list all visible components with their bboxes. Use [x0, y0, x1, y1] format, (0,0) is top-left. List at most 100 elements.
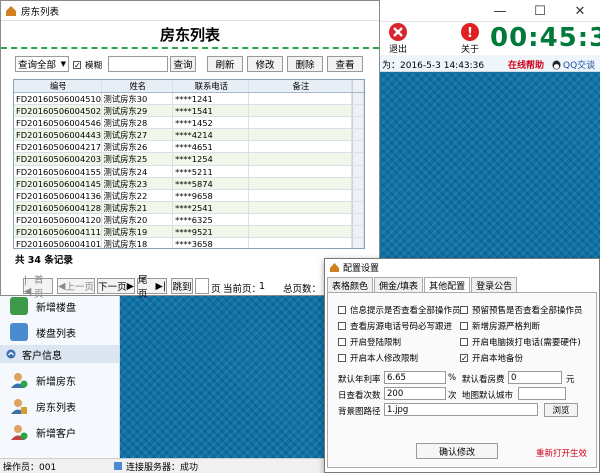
column-header-id[interactable]: 编号: [14, 80, 102, 92]
query-input[interactable]: [108, 56, 168, 72]
table-row[interactable]: FD20160506004217755测试房东26****4651: [14, 141, 364, 154]
config-window: 配置设置 表格颜色 佣金/填表 其他配置 登录公告 信息提示是否查看全部操作员预…: [324, 258, 600, 473]
tab-commission[interactable]: 佣金/填表: [374, 277, 424, 292]
daily-view-input[interactable]: 200: [384, 387, 446, 400]
jump-page-input[interactable]: [195, 278, 209, 294]
table-row[interactable]: FD20160506004101234测试房东18****3658: [14, 238, 364, 248]
scrollbar-track[interactable]: [352, 201, 364, 213]
scrollbar-top[interactable]: [352, 80, 364, 92]
cell-name: 测试房东19: [102, 226, 174, 238]
table-row[interactable]: FD20160506004546770测试房东28****1452: [14, 117, 364, 130]
query-select-value: 查询全部: [18, 60, 57, 71]
cell-note: [249, 213, 353, 226]
edit-button[interactable]: 修改: [247, 56, 283, 72]
tab-other-config[interactable]: 其他配置: [424, 277, 471, 293]
first-page-button[interactable]: |◀ 首页: [23, 275, 53, 300]
config-checkbox[interactable]: 新增房源严格判断: [460, 319, 540, 332]
confirm-button[interactable]: 确认修改: [416, 443, 498, 459]
config-checkbox[interactable]: 信息提示是否查看全部操作员: [338, 303, 461, 316]
cell-note: [249, 238, 353, 248]
browse-button[interactable]: 浏览: [544, 403, 578, 417]
online-help-link[interactable]: 在线帮助: [508, 58, 544, 71]
scrollbar-track[interactable]: [352, 226, 364, 238]
table-row[interactable]: FD20160506004510130测试房东30****1241: [14, 93, 364, 106]
table-row[interactable]: FD20160506004128677测试房东21****2541: [14, 201, 364, 214]
cell-note: [249, 177, 353, 189]
sidebar-item-label: 新增客户: [36, 428, 76, 440]
table-row[interactable]: FD20160506004443170测试房东27****4214: [14, 129, 364, 142]
table-row[interactable]: FD20160506004155286测试房东24****5211: [14, 165, 364, 178]
scrollbar-track[interactable]: [352, 165, 364, 177]
minimize-button[interactable]: —: [480, 0, 520, 22]
login-time: 为：2016-5-3 14:43:36: [382, 61, 485, 71]
sidebar-item-label: 房东列表: [36, 402, 76, 414]
sidebar-item-landlord-list[interactable]: 房东列表: [0, 393, 119, 419]
sidebar-section-customer[interactable]: 客户信息: [0, 345, 119, 363]
qq-chat-link[interactable]: QQ交谈: [552, 58, 595, 71]
column-header-name[interactable]: 姓名: [102, 80, 174, 92]
cell-name: 测试房东18: [102, 238, 174, 248]
close-button[interactable]: ✕: [560, 0, 600, 22]
cell-note: [249, 165, 353, 177]
table-row[interactable]: FD20160506004145802测试房东23****5874: [14, 177, 364, 190]
scrollbar-track[interactable]: [352, 93, 364, 105]
scrollbar-track[interactable]: [352, 117, 364, 129]
map-city-input[interactable]: [518, 387, 566, 400]
cell-note: [249, 141, 353, 153]
scrollbar-track[interactable]: [352, 189, 364, 201]
scrollbar-track[interactable]: [352, 238, 364, 248]
cell-name: 测试房东30: [102, 93, 174, 105]
scrollbar-track[interactable]: [352, 141, 364, 153]
view-button[interactable]: 查看: [327, 56, 363, 72]
table-row[interactable]: FD20160506004120458测试房东20****6325: [14, 213, 364, 227]
maximize-button[interactable]: ☐: [520, 0, 560, 22]
about-button[interactable]: ! 关于: [460, 22, 480, 55]
sidebar-item-new-landlord[interactable]: 新增房东: [0, 367, 119, 393]
last-page-button[interactable]: 尾页 ▶|: [137, 275, 167, 300]
tab-table-color[interactable]: 表格颜色: [327, 277, 374, 292]
fuzzy-checkbox[interactable]: ✓ 模糊: [73, 58, 102, 71]
building-add-icon: [10, 297, 28, 315]
delete-button[interactable]: 删除: [287, 56, 323, 72]
sidebar-item-new-building[interactable]: 新增楼盘: [0, 293, 119, 319]
table-row[interactable]: FD20160506004111786测试房东19****9521: [14, 226, 364, 239]
user-add-icon: [11, 373, 28, 388]
table-row[interactable]: FD20160506004136942测试房东22****9658: [14, 189, 364, 202]
config-checkbox[interactable]: ✓ 开启本地备份: [460, 351, 523, 364]
query-select[interactable]: 查询全部 ▼: [15, 56, 69, 72]
operator-status: 操作员：001: [3, 462, 57, 473]
landlord-table: 编号 姓名 联系电话 备注 FD20160506004510130测试房东30*…: [13, 79, 365, 249]
config-checkbox[interactable]: 查看房源电话号码必写跟进: [338, 319, 452, 332]
prev-page-button[interactable]: ◀ 上一页: [57, 278, 95, 294]
scrollbar-track[interactable]: [352, 177, 364, 189]
sidebar-item-new-customer[interactable]: 新增客户: [0, 419, 119, 445]
scrollbar-track[interactable]: [352, 129, 364, 141]
scrollbar-track[interactable]: [352, 213, 364, 226]
config-checkbox[interactable]: 开启登陆限制: [338, 335, 401, 348]
daily-view-unit: 次: [448, 391, 457, 401]
sidebar-item-building-list[interactable]: 楼盘列表: [0, 319, 119, 345]
table-row[interactable]: FD20160506004502802测试房东29****1541: [14, 105, 364, 118]
config-checkbox[interactable]: 预留预售是否查看全部操作员: [460, 303, 583, 316]
config-checkbox[interactable]: 开启本人修改限制: [338, 351, 418, 364]
view-fee-input[interactable]: 0: [508, 371, 562, 384]
config-window-title: 配置设置: [343, 263, 380, 274]
bg-path-input[interactable]: 1.jpg: [384, 403, 538, 416]
annual-rate-input[interactable]: 6.65: [384, 371, 446, 384]
column-header-phone[interactable]: 联系电话: [173, 80, 249, 92]
table-header: 编号 姓名 联系电话 备注: [14, 80, 364, 93]
column-header-note[interactable]: 备注: [249, 80, 353, 92]
query-button[interactable]: 查询: [170, 56, 196, 72]
scrollbar-track[interactable]: [352, 153, 364, 165]
sidebar-section-label: 客户信息: [22, 350, 62, 362]
table-row[interactable]: FD20160506004203005测试房东25****1254: [14, 153, 364, 166]
jump-button[interactable]: 跳到: [171, 278, 193, 294]
next-page-button[interactable]: 下一页 ▶: [97, 278, 135, 294]
sidebar-item-label: 新增楼盘: [36, 302, 76, 314]
config-checkbox[interactable]: 开启电脑拨打电话(需要硬件): [460, 335, 581, 348]
exit-button[interactable]: 退出: [388, 22, 408, 55]
tab-login-notice[interactable]: 登录公告: [471, 277, 518, 292]
cell-phone: ****1254: [173, 153, 249, 165]
scrollbar-track[interactable]: [352, 105, 364, 117]
refresh-button[interactable]: 刷新: [207, 56, 243, 72]
